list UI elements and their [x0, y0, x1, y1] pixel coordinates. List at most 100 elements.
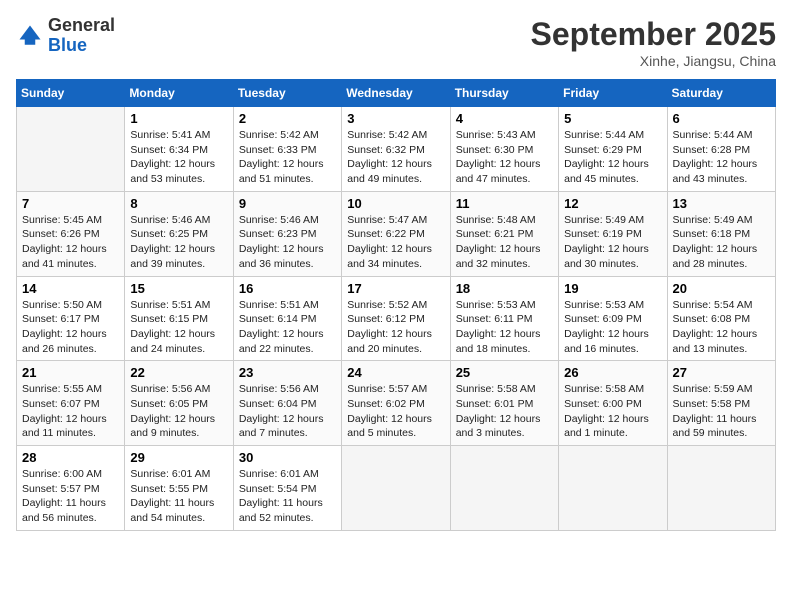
day-number: 20: [673, 281, 770, 296]
day-number: 10: [347, 196, 444, 211]
day-number: 19: [564, 281, 661, 296]
calendar-cell: 3 Sunrise: 5:42 AM Sunset: 6:32 PM Daylig…: [342, 107, 450, 192]
day-info: Sunrise: 5:54 AM Sunset: 6:08 PM Dayligh…: [673, 298, 770, 357]
day-number: 28: [22, 450, 119, 465]
day-info: Sunrise: 5:51 AM Sunset: 6:14 PM Dayligh…: [239, 298, 336, 357]
day-number: 16: [239, 281, 336, 296]
logo-text: General Blue: [48, 16, 115, 56]
day-info: Sunrise: 5:57 AM Sunset: 6:02 PM Dayligh…: [347, 382, 444, 441]
calendar-cell: 7Sunrise: 5:45 AM Sunset: 6:26 PM Daylig…: [17, 191, 125, 276]
header-day-monday: Monday: [125, 80, 233, 107]
day-number: 12: [564, 196, 661, 211]
calendar-cell: 23 Sunrise: 5:56 AM Sunset: 6:04 PM Dayli…: [233, 361, 341, 446]
header-row: SundayMondayTuesdayWednesdayThursdayFrid…: [17, 80, 776, 107]
day-info: Sunrise: 6:01 AM Sunset: 5:55 PM Dayligh…: [130, 467, 227, 526]
calendar-cell: 10 Sunrise: 5:47 AM Sunset: 6:22 PM Dayli…: [342, 191, 450, 276]
calendar-cell: 30Sunrise: 6:01 AM Sunset: 5:54 PM Dayli…: [233, 446, 341, 531]
title-block: September 2025 Xinhe, Jiangsu, China: [531, 16, 776, 69]
day-number: 22: [130, 365, 227, 380]
header-day-wednesday: Wednesday: [342, 80, 450, 107]
calendar-cell: 29Sunrise: 6:01 AM Sunset: 5:55 PM Dayli…: [125, 446, 233, 531]
logo-icon: [16, 22, 44, 50]
calendar-cell: 18 Sunrise: 5:53 AM Sunset: 6:11 PM Dayli…: [450, 276, 558, 361]
day-info: Sunrise: 5:58 AM Sunset: 6:00 PM Dayligh…: [564, 382, 661, 441]
day-info: Sunrise: 5:56 AM Sunset: 6:04 PM Dayligh…: [239, 382, 336, 441]
day-info: Sunrise: 5:59 AM Sunset: 5:58 PM Dayligh…: [673, 382, 770, 441]
day-number: 17: [347, 281, 444, 296]
calendar-cell: 20 Sunrise: 5:54 AM Sunset: 6:08 PM Dayli…: [667, 276, 775, 361]
day-number: 23: [239, 365, 336, 380]
week-row-5: 28 Sunrise: 6:00 AM Sunset: 5:57 PM Dayli…: [17, 446, 776, 531]
calendar-cell: 1Sunrise: 5:41 AM Sunset: 6:34 PM Daylig…: [125, 107, 233, 192]
calendar-cell: 17 Sunrise: 5:52 AM Sunset: 6:12 PM Dayli…: [342, 276, 450, 361]
calendar-cell: 5 Sunrise: 5:44 AM Sunset: 6:29 PM Daylig…: [559, 107, 667, 192]
day-number: 24: [347, 365, 444, 380]
calendar-cell: 25 Sunrise: 5:58 AM Sunset: 6:01 PM Dayli…: [450, 361, 558, 446]
day-number: 15: [130, 281, 227, 296]
calendar-cell: 15Sunrise: 5:51 AM Sunset: 6:15 PM Dayli…: [125, 276, 233, 361]
day-number: 18: [456, 281, 553, 296]
day-info: Sunrise: 5:56 AM Sunset: 6:05 PM Dayligh…: [130, 382, 227, 441]
day-info: Sunrise: 5:58 AM Sunset: 6:01 PM Dayligh…: [456, 382, 553, 441]
calendar-cell: 2 Sunrise: 5:42 AM Sunset: 6:33 PM Daylig…: [233, 107, 341, 192]
day-info: Sunrise: 5:43 AM Sunset: 6:30 PM Dayligh…: [456, 128, 553, 187]
day-number: 5: [564, 111, 661, 126]
day-info: Sunrise: 5:50 AM Sunset: 6:17 PM Dayligh…: [22, 298, 119, 357]
calendar-body: 1Sunrise: 5:41 AM Sunset: 6:34 PM Daylig…: [17, 107, 776, 531]
day-info: Sunrise: 5:45 AM Sunset: 6:26 PM Dayligh…: [22, 213, 119, 272]
calendar-cell: 6 Sunrise: 5:44 AM Sunset: 6:28 PM Daylig…: [667, 107, 775, 192]
calendar-cell: 16 Sunrise: 5:51 AM Sunset: 6:14 PM Dayli…: [233, 276, 341, 361]
day-number: 4: [456, 111, 553, 126]
calendar-table: SundayMondayTuesdayWednesdayThursdayFrid…: [16, 79, 776, 531]
header-day-thursday: Thursday: [450, 80, 558, 107]
calendar-cell: 11 Sunrise: 5:48 AM Sunset: 6:21 PM Dayli…: [450, 191, 558, 276]
day-number: 14: [22, 281, 119, 296]
day-info: Sunrise: 5:48 AM Sunset: 6:21 PM Dayligh…: [456, 213, 553, 272]
day-number: 8: [130, 196, 227, 211]
location: Xinhe, Jiangsu, China: [531, 53, 776, 69]
day-number: 27: [673, 365, 770, 380]
calendar-cell: 9Sunrise: 5:46 AM Sunset: 6:23 PM Daylig…: [233, 191, 341, 276]
calendar-cell: [17, 107, 125, 192]
calendar-cell: [667, 446, 775, 531]
calendar-cell: 24 Sunrise: 5:57 AM Sunset: 6:02 PM Dayli…: [342, 361, 450, 446]
day-number: 11: [456, 196, 553, 211]
calendar-cell: 28 Sunrise: 6:00 AM Sunset: 5:57 PM Dayli…: [17, 446, 125, 531]
calendar-cell: 19 Sunrise: 5:53 AM Sunset: 6:09 PM Dayli…: [559, 276, 667, 361]
calendar-cell: [450, 446, 558, 531]
header-day-tuesday: Tuesday: [233, 80, 341, 107]
day-number: 6: [673, 111, 770, 126]
day-number: 2: [239, 111, 336, 126]
day-info: Sunrise: 5:42 AM Sunset: 6:33 PM Dayligh…: [239, 128, 336, 187]
day-info: Sunrise: 5:46 AM Sunset: 6:25 PM Dayligh…: [130, 213, 227, 272]
logo: General Blue: [16, 16, 115, 56]
calendar-cell: 21Sunrise: 5:55 AM Sunset: 6:07 PM Dayli…: [17, 361, 125, 446]
calendar-header: SundayMondayTuesdayWednesdayThursdayFrid…: [17, 80, 776, 107]
header-day-friday: Friday: [559, 80, 667, 107]
calendar-cell: 13 Sunrise: 5:49 AM Sunset: 6:18 PM Dayli…: [667, 191, 775, 276]
day-info: Sunrise: 5:47 AM Sunset: 6:22 PM Dayligh…: [347, 213, 444, 272]
week-row-2: 7Sunrise: 5:45 AM Sunset: 6:26 PM Daylig…: [17, 191, 776, 276]
day-number: 26: [564, 365, 661, 380]
calendar-cell: 27 Sunrise: 5:59 AM Sunset: 5:58 PM Dayli…: [667, 361, 775, 446]
month-title: September 2025: [531, 16, 776, 53]
header-day-saturday: Saturday: [667, 80, 775, 107]
day-info: Sunrise: 5:52 AM Sunset: 6:12 PM Dayligh…: [347, 298, 444, 357]
calendar-cell: 14 Sunrise: 5:50 AM Sunset: 6:17 PM Dayli…: [17, 276, 125, 361]
day-number: 3: [347, 111, 444, 126]
day-info: Sunrise: 5:53 AM Sunset: 6:09 PM Dayligh…: [564, 298, 661, 357]
day-info: Sunrise: 5:44 AM Sunset: 6:29 PM Dayligh…: [564, 128, 661, 187]
page-header: General Blue September 2025 Xinhe, Jiang…: [16, 16, 776, 69]
day-info: Sunrise: 5:55 AM Sunset: 6:07 PM Dayligh…: [22, 382, 119, 441]
day-info: Sunrise: 5:49 AM Sunset: 6:18 PM Dayligh…: [673, 213, 770, 272]
calendar-cell: 22 Sunrise: 5:56 AM Sunset: 6:05 PM Dayli…: [125, 361, 233, 446]
day-number: 9: [239, 196, 336, 211]
calendar-cell: 8 Sunrise: 5:46 AM Sunset: 6:25 PM Daylig…: [125, 191, 233, 276]
day-info: Sunrise: 5:53 AM Sunset: 6:11 PM Dayligh…: [456, 298, 553, 357]
day-info: Sunrise: 5:42 AM Sunset: 6:32 PM Dayligh…: [347, 128, 444, 187]
day-number: 13: [673, 196, 770, 211]
calendar-cell: 4 Sunrise: 5:43 AM Sunset: 6:30 PM Daylig…: [450, 107, 558, 192]
day-number: 25: [456, 365, 553, 380]
day-info: Sunrise: 6:00 AM Sunset: 5:57 PM Dayligh…: [22, 467, 119, 526]
day-info: Sunrise: 5:44 AM Sunset: 6:28 PM Dayligh…: [673, 128, 770, 187]
